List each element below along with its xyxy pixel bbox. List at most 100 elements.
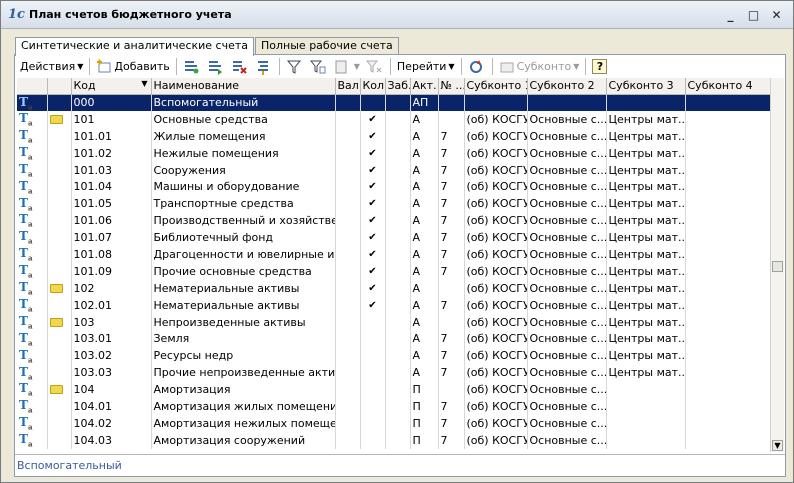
table-row[interactable]: Ta 101.02 Нежилые помещения ✔ А 7 (об) КОСГУ Ос… xyxy=(17,144,770,162)
table-row[interactable]: Ta 103.02 Ресурсы недр А 7 (об) КОСГУ Основные… xyxy=(17,347,770,365)
copy-icon xyxy=(208,60,222,75)
table-row[interactable]: Ta 101.07 Библиотечный фонд ✔ А 7 (об) КОСГУ Ос… xyxy=(17,229,770,247)
col-header-currency[interactable]: Вал. xyxy=(335,78,361,95)
table-row[interactable]: Ta 103 Непроизведенные активы А (об) КОСГУ Ос… xyxy=(17,313,770,331)
maximize-icon[interactable]: □ xyxy=(745,6,762,23)
col-header-active[interactable]: Акт. xyxy=(410,78,439,95)
cell-offbalance xyxy=(385,144,411,162)
toolbar-separator xyxy=(491,58,493,75)
col-header-folder[interactable] xyxy=(47,78,72,95)
delete-icon xyxy=(232,60,247,74)
actions-menu-button[interactable]: Действия ▼ xyxy=(17,57,86,76)
help-button[interactable]: ? xyxy=(589,57,610,76)
table-row[interactable]: Ta 101.05 Транспортные средства ✔ А 7 (об) КОС… xyxy=(17,195,770,213)
table-row[interactable]: Ta 103.03 Прочие непроизведенные активы А 7(… xyxy=(17,364,770,382)
col-header-subkonto-1[interactable]: Субконто 1 xyxy=(464,78,528,95)
cell-subkonto-3: Центры мат... xyxy=(606,178,686,196)
col-header-offbalance[interactable]: Заб. xyxy=(385,78,411,95)
cell-name: Нежилые помещения xyxy=(151,144,336,162)
col-header-type[interactable] xyxy=(17,78,48,95)
cell-type: Ta xyxy=(17,381,48,399)
filter-value-button[interactable] xyxy=(307,57,331,76)
refresh-button[interactable] xyxy=(465,57,489,76)
cell-number: 7 xyxy=(438,212,465,230)
col-header-subkonto-3[interactable]: Субконто 3 xyxy=(606,78,686,95)
vertical-scrollbar[interactable]: ▼ xyxy=(770,78,784,452)
cell-group xyxy=(47,347,72,365)
cell-name: Амортизация сооружений xyxy=(151,431,336,449)
cell-quantity xyxy=(360,313,386,331)
table-row[interactable]: Ta 103.01 Земля А 7 (об) КОСГУ Основные с... Це… xyxy=(17,330,770,348)
cell-active: А xyxy=(410,144,439,162)
col-header-name[interactable]: Наименование xyxy=(151,78,336,95)
subkonto-label: Субконто xyxy=(516,60,572,73)
title-bar[interactable]: 1с План счетов бюджетного учета _ □ ✕ xyxy=(1,1,793,29)
cell-subkonto-3: Центры мат... xyxy=(606,127,686,145)
table-row[interactable]: Ta 104.03 Амортизация сооружений П 7 (об) КОС… xyxy=(17,431,770,449)
add-button[interactable]: Добавить xyxy=(93,57,172,76)
cell-subkonto-1: (об) КОСГУ xyxy=(464,364,528,382)
table-row[interactable]: Ta 101.01 Жилые помещения ✔ А 7 (об) КОСГУ Осно… xyxy=(17,127,770,145)
cell-subkonto-1: (об) КОСГУ xyxy=(464,398,528,415)
subkonto-menu-button[interactable]: Субконто ▼ xyxy=(496,57,583,76)
cell-code: 103 xyxy=(71,313,152,331)
cell-number xyxy=(438,110,465,128)
cell-currency xyxy=(335,110,361,128)
table-row[interactable]: Ta 104.02Амортизация нежилых помещений П7(… xyxy=(17,414,770,432)
cell-subkonto-2 xyxy=(527,94,607,111)
account-type-icon: Ta xyxy=(19,381,33,398)
col-header-subkonto-2[interactable]: Субконто 2 xyxy=(527,78,607,95)
table-row[interactable]: Ta 102 Нематериальные активы ✔ А (об) КОСГУ Ос… xyxy=(17,279,770,297)
table-row[interactable]: Ta 101.06Производственный и хозяйствен...… xyxy=(17,212,770,230)
col-header-code[interactable]: Код ▼ xyxy=(71,78,152,95)
filter-button[interactable] xyxy=(283,57,307,76)
col-header-quantity[interactable]: Кол. xyxy=(360,78,386,95)
cell-subkonto-1: (об) КОСГУ xyxy=(464,178,528,196)
table-row[interactable]: Ta 102.01 Нематериальные активы ✔ А 7 (об) КОС… xyxy=(17,296,770,314)
dropdown-arrow-icon: ▼ xyxy=(77,62,84,71)
close-icon[interactable]: ✕ xyxy=(768,6,785,23)
table-row[interactable]: Ta 104.01 Амортизация жилых помещений П 7 (об… xyxy=(17,398,770,415)
cell-active: П xyxy=(410,414,439,432)
account-type-icon: Ta xyxy=(19,94,33,111)
account-type-icon: Ta xyxy=(19,398,33,415)
add-group-button[interactable] xyxy=(180,57,204,76)
cell-number: 7 xyxy=(438,296,465,314)
cell-subkonto-1: (об) КОСГУ xyxy=(464,279,528,297)
tab-synthetic-accounts[interactable]: Синтетические и аналитические счета xyxy=(15,37,255,56)
clear-filter-button[interactable] xyxy=(363,57,387,76)
table-row[interactable]: Ta 104 Амортизация П (об) КОСГУ Основные с... xyxy=(17,381,770,399)
cell-group xyxy=(47,296,72,314)
table-row[interactable]: Ta 101 Основные средства ✔ А (об) КОСГУ Основн… xyxy=(17,110,770,128)
cell-subkonto-2: Основные с... xyxy=(527,330,607,348)
cell-subkonto-3: Центры мат... xyxy=(606,296,686,314)
col-header-number[interactable]: № ... xyxy=(438,78,465,95)
table-row[interactable]: Ta 101.04 Машины и оборудование ✔ А 7 (об) КОС… xyxy=(17,178,770,196)
toolbar-separator xyxy=(585,58,587,75)
cell-name: Производственный и хозяйствен... xyxy=(151,212,336,230)
cell-active: П xyxy=(410,431,439,449)
cell-subkonto-4 xyxy=(685,94,770,111)
table-row[interactable]: Ta 000 Вспомогательный АП xyxy=(17,94,770,111)
cell-subkonto-2: Основные с... xyxy=(527,414,607,432)
copy-button[interactable] xyxy=(204,57,228,76)
goto-menu-button[interactable]: Перейти ▼ xyxy=(394,57,458,76)
table-row[interactable]: Ta 101.09 Прочие основные средства ✔ А 7 (об) … xyxy=(17,262,770,280)
cell-type: Ta xyxy=(17,398,48,415)
tab-full-working-accounts[interactable]: Полные рабочие счета xyxy=(255,37,399,55)
minimize-icon[interactable]: _ xyxy=(722,6,739,23)
accounts-grid[interactable]: Код ▼ Наименование Вал. Кол. Заб. Акт. № … xyxy=(17,78,770,452)
cell-offbalance xyxy=(385,195,411,213)
table-row[interactable]: Ta 101.03 Сооружения ✔ А 7 (об) КОСГУ Основные … xyxy=(17,161,770,179)
cell-code: 102 xyxy=(71,279,152,297)
cell-currency xyxy=(335,347,361,365)
cell-code: 101.01 xyxy=(71,127,152,145)
scroll-down-icon[interactable]: ▼ xyxy=(772,440,783,451)
scrollbar-thumb[interactable] xyxy=(772,261,783,272)
filter-history-button[interactable]: ▼ xyxy=(331,57,363,76)
col-header-subkonto-4[interactable]: Субконто 4 xyxy=(685,78,770,95)
delete-button[interactable] xyxy=(228,57,252,76)
table-row[interactable]: Ta 101.08Драгоценности и ювелирные изд...… xyxy=(17,246,770,263)
cell-offbalance xyxy=(385,262,411,280)
mark-deletion-button[interactable] xyxy=(252,57,276,76)
